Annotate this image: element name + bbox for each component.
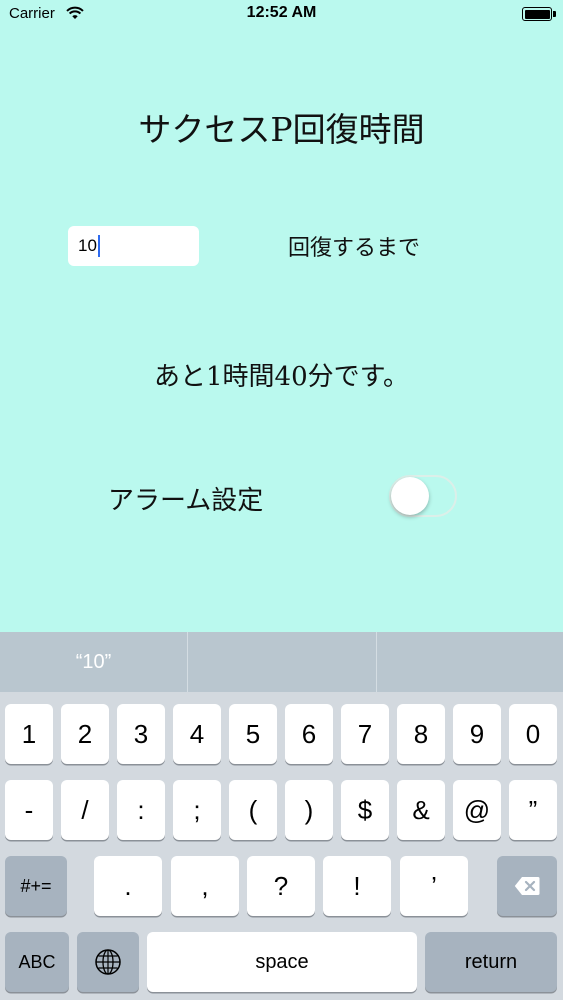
- key-2[interactable]: 2: [61, 704, 109, 764]
- key-open-paren[interactable]: (: [229, 780, 277, 840]
- key-ampersand[interactable]: &: [397, 780, 445, 840]
- key-exclamation[interactable]: !: [323, 856, 391, 916]
- key-at[interactable]: @: [453, 780, 501, 840]
- until-label: 回復するまで: [288, 236, 421, 261]
- key-8[interactable]: 8: [397, 704, 445, 764]
- page-title: サクセスP回復時間: [138, 110, 425, 149]
- key-area: 1 2 3 4 5 6 7 8 9 0 - / : ; ( ) $ & @ ” …: [0, 692, 563, 1000]
- key-symbols-toggle[interactable]: #+=: [5, 856, 67, 916]
- key-9[interactable]: 9: [453, 704, 501, 764]
- key-quote[interactable]: ”: [509, 780, 557, 840]
- battery-icon: [522, 7, 552, 21]
- key-1[interactable]: 1: [5, 704, 53, 764]
- delete-backspace-icon: [514, 877, 540, 895]
- keyboard: “10” 1 2 3 4 5 6 7 8 9 0 - / : ; ( ) $ &…: [0, 632, 563, 1000]
- alarm-label: アラーム設定: [108, 486, 264, 516]
- key-dollar[interactable]: $: [341, 780, 389, 840]
- globe-key[interactable]: [77, 932, 139, 992]
- alarm-toggle[interactable]: [389, 475, 457, 517]
- key-0[interactable]: 0: [509, 704, 557, 764]
- key-comma[interactable]: ,: [171, 856, 239, 916]
- key-period[interactable]: .: [94, 856, 162, 916]
- key-semicolon[interactable]: ;: [173, 780, 221, 840]
- suggestion-item[interactable]: “10”: [0, 632, 187, 692]
- delete-key[interactable]: [497, 856, 557, 916]
- key-4[interactable]: 4: [173, 704, 221, 764]
- globe-icon: [95, 949, 121, 975]
- key-5[interactable]: 5: [229, 704, 277, 764]
- key-3[interactable]: 3: [117, 704, 165, 764]
- battery-tip: [553, 11, 556, 17]
- points-input-value: 10: [78, 236, 97, 255]
- key-colon[interactable]: :: [117, 780, 165, 840]
- suggestion-bar: “10”: [0, 632, 563, 692]
- key-7[interactable]: 7: [341, 704, 389, 764]
- status-time: 12:52 AM: [246, 4, 317, 21]
- key-close-paren[interactable]: ): [285, 780, 333, 840]
- key-hyphen[interactable]: -: [5, 780, 53, 840]
- return-key[interactable]: return: [425, 932, 557, 992]
- text-caret: [97, 235, 100, 257]
- status-bar: Carrier 12:52 AM: [0, 0, 563, 30]
- key-question[interactable]: ?: [247, 856, 315, 916]
- key-slash[interactable]: /: [61, 780, 109, 840]
- space-key[interactable]: space: [147, 932, 417, 992]
- alarm-toggle-knob: [391, 477, 429, 515]
- suggestion-item-empty[interactable]: [377, 632, 563, 692]
- key-abc[interactable]: ABC: [5, 932, 69, 992]
- key-apostrophe[interactable]: ’: [400, 856, 468, 916]
- points-input[interactable]: 10: [68, 226, 199, 266]
- suggestion-item-empty[interactable]: [188, 632, 376, 692]
- remaining-time-text: あと1時間40分です。: [153, 362, 410, 392]
- key-6[interactable]: 6: [285, 704, 333, 764]
